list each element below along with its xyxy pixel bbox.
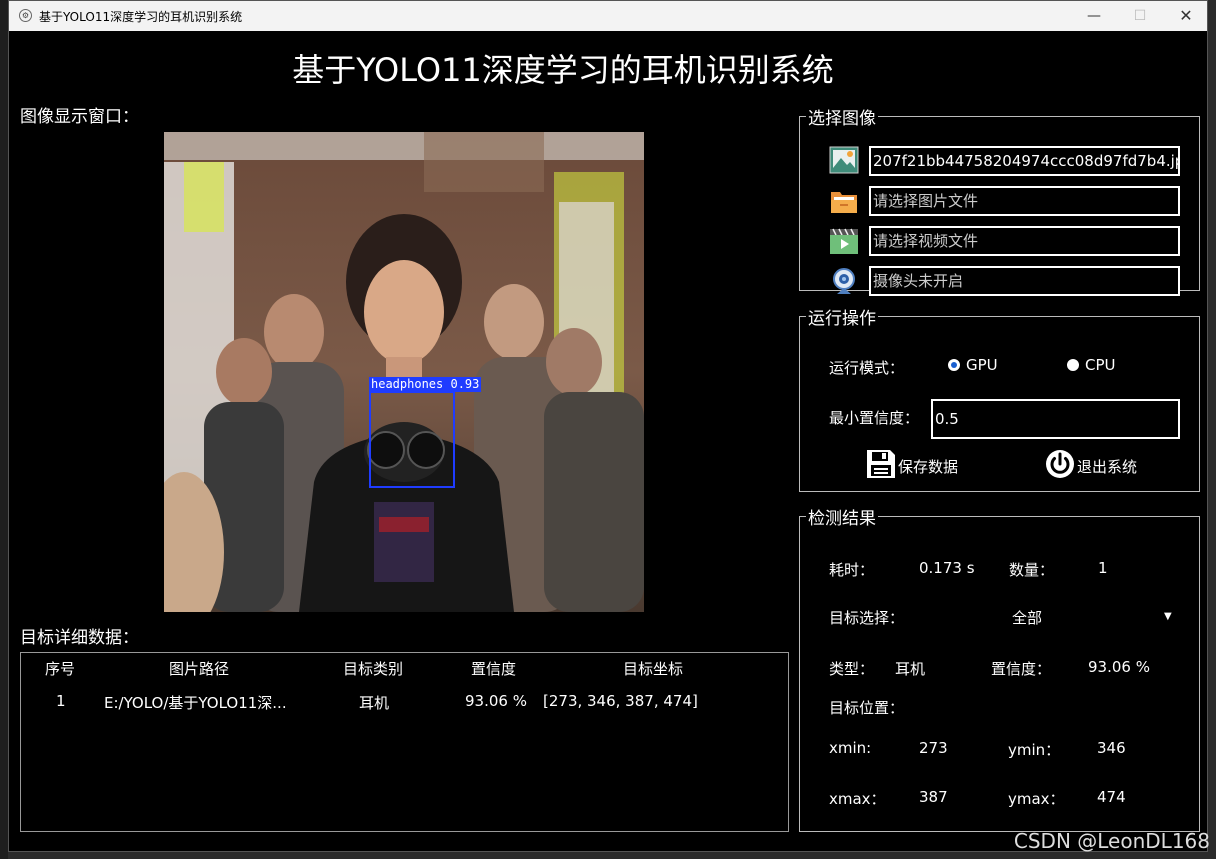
ymax-label: ymax： bbox=[1008, 790, 1065, 808]
watermark: CSDN @LeonDL168 bbox=[1013, 829, 1210, 853]
title-bar: ⚙ 基于YOLO11深度学习的耳机识别系统 — ☐ ✕ bbox=[9, 1, 1207, 31]
power-icon bbox=[1046, 450, 1074, 478]
camera-icon[interactable] bbox=[829, 266, 859, 296]
cell-image-path: E:/YOLO/基于YOLO11深... bbox=[104, 694, 287, 712]
ymin-value: 346 bbox=[1097, 739, 1126, 757]
image-folder-field[interactable]: 请选择图片文件 bbox=[869, 186, 1180, 216]
minimize-button[interactable]: — bbox=[1071, 1, 1117, 31]
header-image-path[interactable]: 图片路径 bbox=[169, 658, 229, 679]
type-label: 类型： bbox=[829, 660, 875, 678]
detection-label: headphones 0.93 bbox=[369, 377, 482, 392]
time-label: 耗时： bbox=[829, 561, 875, 579]
cell-index: 1 bbox=[56, 692, 66, 710]
count-label: 数量： bbox=[1009, 561, 1055, 579]
maximize-button[interactable]: ☐ bbox=[1117, 1, 1163, 31]
background-app-strip bbox=[0, 0, 8, 859]
detection-image bbox=[164, 132, 644, 612]
folder-icon[interactable] bbox=[829, 186, 859, 216]
target-position-label: 目标位置： bbox=[829, 699, 905, 717]
cpu-radio[interactable] bbox=[1067, 359, 1079, 371]
chevron-down-icon: ▼ bbox=[1164, 611, 1172, 622]
app-icon: ⚙ bbox=[19, 9, 32, 22]
ymin-label: ymin： bbox=[1008, 741, 1061, 759]
confidence-label: 置信度： bbox=[991, 660, 1052, 678]
save-icon bbox=[867, 450, 895, 478]
detection-box bbox=[369, 391, 455, 488]
select-image-legend: 选择图像 bbox=[808, 109, 876, 129]
video-icon[interactable] bbox=[829, 226, 859, 256]
select-image-group: 选择图像 207f21bb44758204974ccc08d97fd7b4.jp… bbox=[799, 104, 1200, 296]
image-icon[interactable] bbox=[829, 145, 859, 175]
header-confidence[interactable]: 置信度 bbox=[471, 658, 516, 679]
xmin-label: xmin: bbox=[829, 739, 872, 757]
ymax-value: 474 bbox=[1097, 788, 1126, 806]
confidence-value: 93.06 % bbox=[1088, 658, 1150, 676]
target-select-value: 全部 bbox=[1012, 609, 1043, 627]
cell-target-class: 耳机 bbox=[359, 694, 390, 712]
cell-coordinates: [273, 346, 387, 474] bbox=[543, 692, 698, 710]
header-target-class[interactable]: 目标类别 bbox=[343, 658, 403, 679]
exit-system-label: 退出系统 bbox=[1077, 458, 1138, 476]
xmax-value: 387 bbox=[919, 788, 948, 806]
min-confidence-label: 最小置信度： bbox=[829, 409, 920, 427]
camera-field[interactable]: 摄像头未开启 bbox=[869, 266, 1180, 296]
run-legend: 运行操作 bbox=[808, 309, 876, 329]
time-value: 0.173 s bbox=[919, 559, 975, 577]
run-operations-group: 运行操作 运行模式： GPU CPU 最小置信度： 0.5 保存数据 退出系统 bbox=[799, 304, 1200, 492]
count-value: 1 bbox=[1098, 559, 1108, 577]
video-file-field[interactable]: 请选择视频文件 bbox=[869, 226, 1180, 256]
close-button[interactable]: ✕ bbox=[1163, 1, 1209, 31]
xmax-label: xmax： bbox=[829, 790, 886, 808]
main-content: 基于YOLO11深度学习的耳机识别系统 图像显示窗口： headphones 0… bbox=[9, 31, 1207, 853]
target-select-label: 目标选择： bbox=[829, 609, 905, 627]
detection-result-group: 检测结果 耗时： 0.173 s 数量： 1 目标选择： 全部 ▼ 类型： 耳机… bbox=[799, 504, 1200, 832]
gpu-radio[interactable] bbox=[948, 359, 960, 371]
image-panel-label: 图像显示窗口： bbox=[20, 107, 139, 127]
app-window: ⚙ 基于YOLO11深度学习的耳机识别系统 — ☐ ✕ 基于YOLO11深度学习… bbox=[8, 0, 1208, 852]
image-display: headphones 0.93 bbox=[164, 132, 644, 612]
gpu-radio-label[interactable]: GPU bbox=[966, 356, 998, 374]
page-title: 基于YOLO11深度学习的耳机识别系统 bbox=[292, 51, 834, 89]
type-value: 耳机 bbox=[895, 660, 926, 678]
header-coordinates[interactable]: 目标坐标 bbox=[623, 658, 683, 679]
save-data-label: 保存数据 bbox=[898, 458, 959, 476]
window-title: 基于YOLO11深度学习的耳机识别系统 bbox=[39, 10, 243, 24]
cpu-radio-label[interactable]: CPU bbox=[1085, 356, 1116, 374]
image-file-field[interactable]: 207f21bb44758204974ccc08d97fd7b4.jpg bbox=[869, 146, 1180, 176]
xmin-value: 273 bbox=[919, 739, 948, 757]
run-mode-label: 运行模式： bbox=[829, 359, 905, 377]
min-confidence-input[interactable]: 0.5 bbox=[931, 399, 1180, 439]
cell-confidence: 93.06 % bbox=[465, 692, 527, 710]
details-table[interactable]: 序号 图片路径 目标类别 置信度 目标坐标 1 E:/YOLO/基于YOLO11… bbox=[20, 652, 789, 832]
details-label: 目标详细数据： bbox=[20, 628, 139, 648]
header-index[interactable]: 序号 bbox=[45, 658, 75, 679]
result-legend: 检测结果 bbox=[808, 509, 876, 529]
